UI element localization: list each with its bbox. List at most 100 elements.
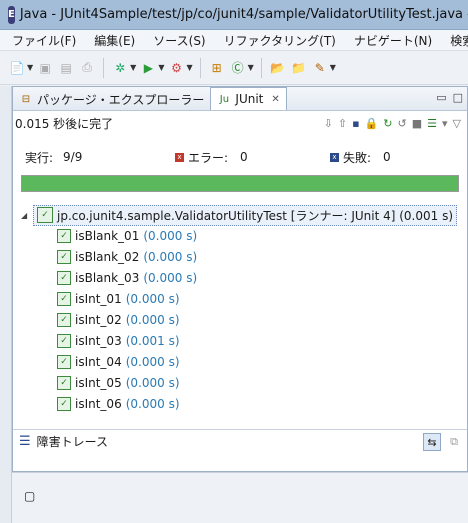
junit-counters: 実行: 9/9 x エラー: 0 x 失敗: 0 [25, 149, 455, 165]
save-icon[interactable]: ▣ [36, 59, 54, 77]
test-case-row[interactable]: ✓ isBlank_03 (0.000 s) [57, 268, 197, 288]
errors-value: 0 [240, 150, 248, 164]
test-case-name: isBlank_03 [75, 271, 140, 285]
tab-junit[interactable]: Ju JUnit ✕ [210, 87, 287, 110]
test-case-time: (0.000 s) [125, 355, 180, 369]
new-dropdown-icon[interactable]: ▼ [27, 63, 33, 72]
history-dropdown-icon[interactable]: ▾ [442, 117, 448, 130]
test-case-time: (0.000 s) [125, 313, 180, 327]
history-icon[interactable]: ☰ [427, 117, 437, 130]
errors-label: エラー: [188, 150, 229, 165]
test-case-row[interactable]: ✓ isBlank_01 (0.000 s) [57, 226, 197, 246]
menu-search[interactable]: 検索( [450, 32, 468, 49]
compare-results-icon[interactable]: ⧉ [445, 433, 463, 451]
test-case-time: (0.000 s) [143, 271, 198, 285]
runs-label: 実行: [25, 150, 54, 165]
menu-refactor[interactable]: リファクタリング(T) [224, 32, 336, 49]
junit-icon: Ju [219, 93, 230, 105]
toolbar-separator [199, 57, 201, 78]
test-case-row[interactable]: ✓ isBlank_02 (0.000 s) [57, 247, 197, 267]
rerun-failures-icon[interactable]: ↺ [398, 117, 407, 130]
minimize-icon[interactable]: ▭ [436, 91, 446, 104]
junit-status-row: 0.015 秒後に完了 ⇩ ⇧ ▪ 🔒 ↻ ↺ ■ ☰ ▾ ▽ [15, 113, 465, 133]
test-case-row[interactable]: ✓ isInt_04 (0.000 s) [57, 352, 180, 372]
test-passed-icon: ✓ [57, 397, 71, 411]
menu-source[interactable]: ソース(S) [153, 32, 205, 49]
test-suite-row[interactable]: ◢ ✓ jp.co.junit4.sample.ValidatorUtility… [21, 204, 458, 226]
maximize-icon[interactable]: □ [453, 91, 463, 104]
menu-navigate[interactable]: ナビゲート(N) [354, 32, 432, 49]
run-icon[interactable]: ▶ [139, 59, 157, 77]
debug-dropdown-icon[interactable]: ▼ [130, 63, 136, 72]
test-suite-icon: ✓ [37, 207, 53, 223]
tab-package-explorer[interactable]: ⊟ パッケージ・エクスプローラー [13, 88, 210, 110]
test-case-time: (0.000 s) [125, 292, 180, 306]
next-failure-icon[interactable]: ⇩ [324, 117, 333, 130]
previous-failure-icon[interactable]: ⇧ [338, 117, 347, 130]
runs-counter: 実行: 9/9 [25, 149, 175, 166]
view-menu-icon[interactable]: ▽ [453, 117, 461, 130]
test-case-row[interactable]: ✓ isInt_03 (0.001 s) [57, 331, 180, 351]
new-icon[interactable]: 📄 [8, 59, 26, 77]
run-dropdown-icon[interactable]: ▼ [158, 63, 164, 72]
external-tools-dropdown-icon[interactable]: ▼ [186, 63, 192, 72]
menu-edit[interactable]: 編集(E) [94, 32, 135, 49]
test-case-name: isBlank_02 [75, 250, 140, 264]
test-case-name: isInt_05 [75, 376, 122, 390]
errors-counter: x エラー: 0 [175, 149, 330, 166]
test-case-row[interactable]: ✓ isInt_01 (0.000 s) [57, 289, 180, 309]
collapse-icon[interactable]: ◢ [21, 211, 33, 220]
failure-trace-header: ☰ 障害トレース ⇆ ⧉ [13, 429, 467, 453]
eclipse-icon: E [8, 5, 15, 24]
new-java-class-icon[interactable]: Ⓒ [229, 59, 247, 77]
failures-counter: x 失敗: 0 [330, 149, 391, 166]
title-bar: E Java - JUnit4Sample/test/jp/co/junit4/… [0, 0, 468, 30]
test-tree: ◢ ✓ jp.co.junit4.sample.ValidatorUtility… [21, 204, 463, 415]
test-case-row[interactable]: ✓ isInt_06 (0.000 s) [57, 394, 180, 414]
window-title: Java - JUnit4Sample/test/jp/co/junit4/sa… [19, 7, 468, 22]
search-dropdown-icon[interactable]: ▼ [330, 63, 336, 72]
tab-label: JUnit [235, 92, 264, 106]
test-case-row[interactable]: ✓ isInt_02 (0.000 s) [57, 310, 180, 330]
fast-view-icon[interactable]: ▢ [24, 489, 35, 503]
scroll-lock-icon[interactable]: 🔒 [365, 117, 379, 130]
save-all-icon[interactable]: ▤ [57, 59, 75, 77]
new-java-package-icon[interactable]: ⊞ [208, 59, 226, 77]
failures-label: 失敗: [343, 150, 372, 165]
test-passed-icon: ✓ [57, 334, 71, 348]
open-task-icon[interactable]: 📁 [290, 59, 308, 77]
failure-icon: x [330, 152, 339, 162]
junit-view-toolbar: ⇩ ⇧ ▪ 🔒 ↻ ↺ ■ ☰ ▾ ▽ [324, 113, 461, 133]
test-case-time: (0.001 s) [125, 334, 180, 348]
test-case-time: (0.000 s) [125, 397, 180, 411]
rerun-icon[interactable]: ↻ [383, 117, 392, 130]
failure-trace-toolbar: ⇆ ⧉ [423, 433, 463, 451]
test-case-name: isInt_02 [75, 313, 122, 327]
test-passed-icon: ✓ [57, 250, 71, 264]
new-class-dropdown-icon[interactable]: ▼ [248, 63, 254, 72]
error-icon: x [175, 152, 184, 162]
menu-file[interactable]: ファイル(F) [12, 32, 76, 49]
test-case-name: isInt_06 [75, 397, 122, 411]
filter-stack-icon[interactable]: ⇆ [423, 433, 441, 451]
test-case-name: isInt_01 [75, 292, 122, 306]
toolbar-separator [103, 57, 105, 78]
external-tools-icon[interactable]: ⚙ [167, 59, 185, 77]
close-icon[interactable]: ✕ [271, 94, 279, 105]
show-failures-only-icon[interactable]: ▪ [352, 117, 359, 130]
failures-value: 0 [383, 150, 391, 164]
search-icon[interactable]: ✎ [311, 59, 329, 77]
test-passed-icon: ✓ [57, 229, 71, 243]
test-suite-label: ✓ jp.co.junit4.sample.ValidatorUtilityTe… [33, 204, 458, 226]
stop-icon[interactable]: ■ [412, 117, 422, 130]
print-icon[interactable]: ⎙ [78, 59, 96, 77]
test-case-row[interactable]: ✓ isInt_05 (0.000 s) [57, 373, 180, 393]
test-case-time: (0.000 s) [125, 376, 180, 390]
tab-label: パッケージ・エクスプローラー [37, 92, 205, 107]
debug-icon[interactable]: ✲ [111, 59, 129, 77]
test-suite-name: jp.co.junit4.sample.ValidatorUtilityTest… [57, 208, 454, 223]
package-icon: ⊟ [21, 93, 31, 105]
test-case-time: (0.000 s) [143, 229, 198, 243]
open-type-icon[interactable]: 📂 [269, 59, 287, 77]
test-passed-icon: ✓ [57, 271, 71, 285]
